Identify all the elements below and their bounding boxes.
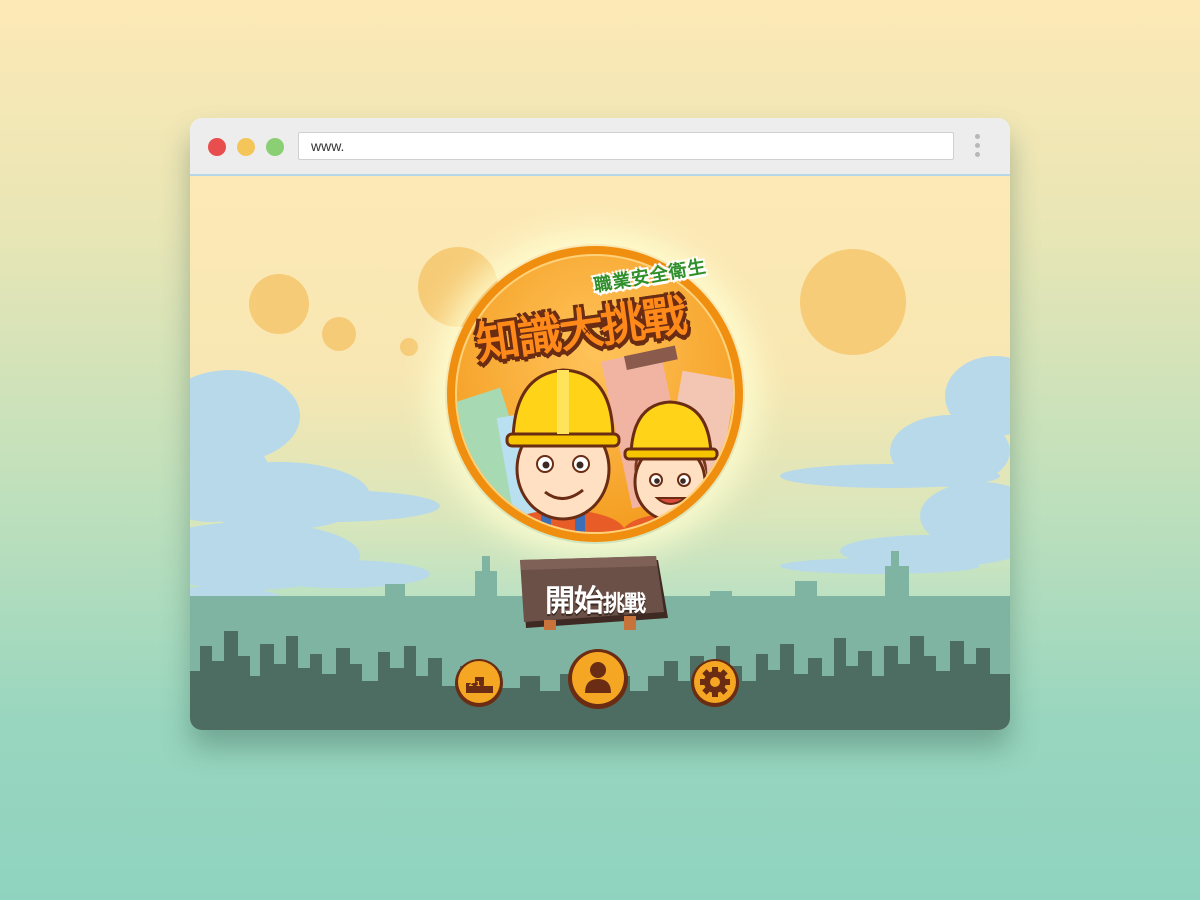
game-viewport: 職業安全衛生 知識大挑戰 × 開始挑戰 213 — [190, 176, 1010, 730]
address-bar[interactable]: www. — [298, 132, 954, 160]
podium-icon: 213 — [455, 659, 503, 707]
start-label-main: 開始 — [544, 584, 604, 619]
close-window-button[interactable] — [208, 138, 226, 156]
zoom-window-button[interactable] — [266, 138, 284, 156]
user-icon — [568, 649, 628, 709]
profile-button[interactable] — [567, 648, 629, 710]
podium-digits: 213 — [468, 680, 490, 688]
browser-titlebar: www. — [190, 118, 1010, 176]
start-label-small: 挑戰 — [602, 592, 646, 617]
leaderboard-button[interactable]: 213 — [454, 658, 504, 708]
settings-button[interactable] — [690, 658, 740, 708]
minimize-window-button[interactable] — [237, 138, 255, 156]
logo-x-mark: × — [582, 324, 593, 338]
start-challenge-button[interactable]: 開始挑戰 — [516, 556, 672, 632]
game-logo: 職業安全衛生 知識大挑戰 × — [445, 244, 745, 544]
browser-menu-icon[interactable] — [972, 134, 982, 160]
gear-icon — [691, 659, 739, 707]
cloud-right — [780, 356, 1010, 574]
start-challenge-label: 開始挑戰 — [530, 576, 660, 620]
browser-window: www. 職業安全衛生 知識大挑戰 × 開始挑戰 213 — [190, 118, 1010, 730]
